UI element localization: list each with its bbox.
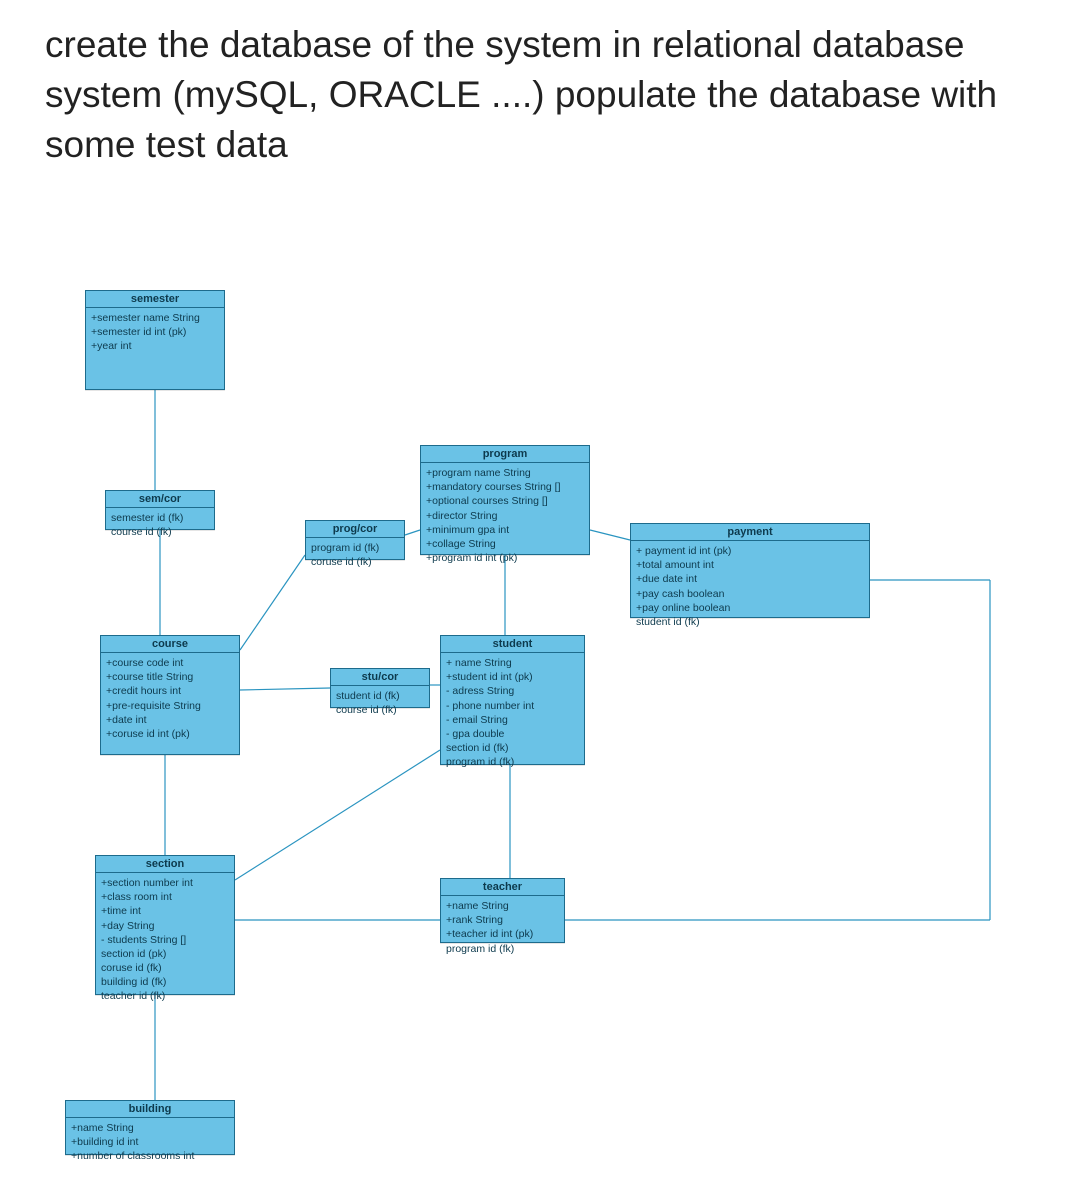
entity-teacher: teacher +name String +rank String +teach… (440, 878, 565, 943)
attr: semester id (fk) (111, 511, 209, 525)
attr: coruse id (fk) (311, 555, 399, 569)
attr: course id (fk) (111, 525, 209, 539)
attr: +mandatory courses String [] (426, 480, 584, 494)
attr: +pay online boolean (636, 601, 864, 615)
attr: building id (fk) (101, 975, 229, 989)
entity-title: section (96, 856, 234, 873)
attr: teacher id (fk) (101, 989, 229, 1003)
attr: +semester name String (91, 311, 219, 325)
attr: course id (fk) (336, 703, 424, 717)
entity-title: sem/cor (106, 491, 214, 508)
attr: +section number int (101, 876, 229, 890)
attr: +teacher id int (pk) (446, 927, 559, 941)
attr: + name String (446, 656, 579, 670)
attr: +date int (106, 713, 234, 727)
attr: +pay cash boolean (636, 587, 864, 601)
entity-title: course (101, 636, 239, 653)
attr: section id (pk) (101, 947, 229, 961)
attr: +optional courses String [] (426, 494, 584, 508)
attr: - gpa double (446, 727, 579, 741)
attr: student id (fk) (336, 689, 424, 703)
entity-title: program (421, 446, 589, 463)
attr: - email String (446, 713, 579, 727)
entity-attributes: +program name String +mandatory courses … (421, 463, 589, 571)
er-diagram: semester +semester name String +semester… (40, 280, 1040, 1180)
attr: +student id int (pk) (446, 670, 579, 684)
entity-sem-cor: sem/cor semester id (fk) course id (fk) (105, 490, 215, 530)
attr: +program id int (pk) (426, 551, 584, 565)
entity-title: stu/cor (331, 669, 429, 686)
entity-attributes: student id (fk) course id (fk) (331, 686, 429, 723)
entity-title: prog/cor (306, 521, 404, 538)
attr: +day String (101, 919, 229, 933)
attr: coruse id (fk) (101, 961, 229, 975)
attr: program id (fk) (446, 942, 559, 956)
attr: +credit hours int (106, 684, 234, 698)
attr: +director String (426, 509, 584, 523)
attr: program id (fk) (311, 541, 399, 555)
entity-attributes: + payment id int (pk) +total amount int … (631, 541, 869, 635)
attr: +name String (71, 1121, 229, 1135)
entity-attributes: +name String +rank String +teacher id in… (441, 896, 564, 962)
attr: +coruse id int (pk) (106, 727, 234, 741)
attr: - phone number int (446, 699, 579, 713)
entity-stu-cor: stu/cor student id (fk) course id (fk) (330, 668, 430, 708)
attr: - students String [] (101, 933, 229, 947)
attr: - adress String (446, 684, 579, 698)
attr: +minimum gpa int (426, 523, 584, 537)
entity-title: student (441, 636, 584, 653)
entity-student: student + name String +student id int (p… (440, 635, 585, 765)
attr: +course code int (106, 656, 234, 670)
attr: + payment id int (pk) (636, 544, 864, 558)
attr: +number of classrooms int (71, 1149, 229, 1163)
entity-prog-cor: prog/cor program id (fk) coruse id (fk) (305, 520, 405, 560)
attr: +building id int (71, 1135, 229, 1149)
attr: +course title String (106, 670, 234, 684)
attr: +program name String (426, 466, 584, 480)
entity-title: semester (86, 291, 224, 308)
attr: +due date int (636, 572, 864, 586)
entity-title: teacher (441, 879, 564, 896)
entity-building: building +name String +building id int +… (65, 1100, 235, 1155)
entity-attributes: program id (fk) coruse id (fk) (306, 538, 404, 575)
entity-payment: payment + payment id int (pk) +total amo… (630, 523, 870, 618)
entity-attributes: +semester name String +semester id int (… (86, 308, 224, 360)
attr: +class room int (101, 890, 229, 904)
attr: +total amount int (636, 558, 864, 572)
attr: program id (fk) (446, 755, 579, 769)
page-heading: create the database of the system in rel… (45, 20, 1025, 170)
entity-attributes: +section number int +class room int +tim… (96, 873, 234, 1010)
attr: +name String (446, 899, 559, 913)
attr: +time int (101, 904, 229, 918)
attr: +collage String (426, 537, 584, 551)
attr: +rank String (446, 913, 559, 927)
entity-title: payment (631, 524, 869, 541)
entity-attributes: semester id (fk) course id (fk) (106, 508, 214, 545)
entity-attributes: +name String +building id int +number of… (66, 1118, 234, 1170)
entity-attributes: +course code int +course title String +c… (101, 653, 239, 747)
entity-section: section +section number int +class room … (95, 855, 235, 995)
entity-program: program +program name String +mandatory … (420, 445, 590, 555)
entity-title: building (66, 1101, 234, 1118)
attr: student id (fk) (636, 615, 864, 629)
attr: section id (fk) (446, 741, 579, 755)
attr: +year int (91, 339, 219, 353)
attr: +semester id int (pk) (91, 325, 219, 339)
entity-attributes: + name String +student id int (pk) - adr… (441, 653, 584, 775)
entity-semester: semester +semester name String +semester… (85, 290, 225, 390)
entity-course: course +course code int +course title St… (100, 635, 240, 755)
attr: +pre-requisite String (106, 699, 234, 713)
